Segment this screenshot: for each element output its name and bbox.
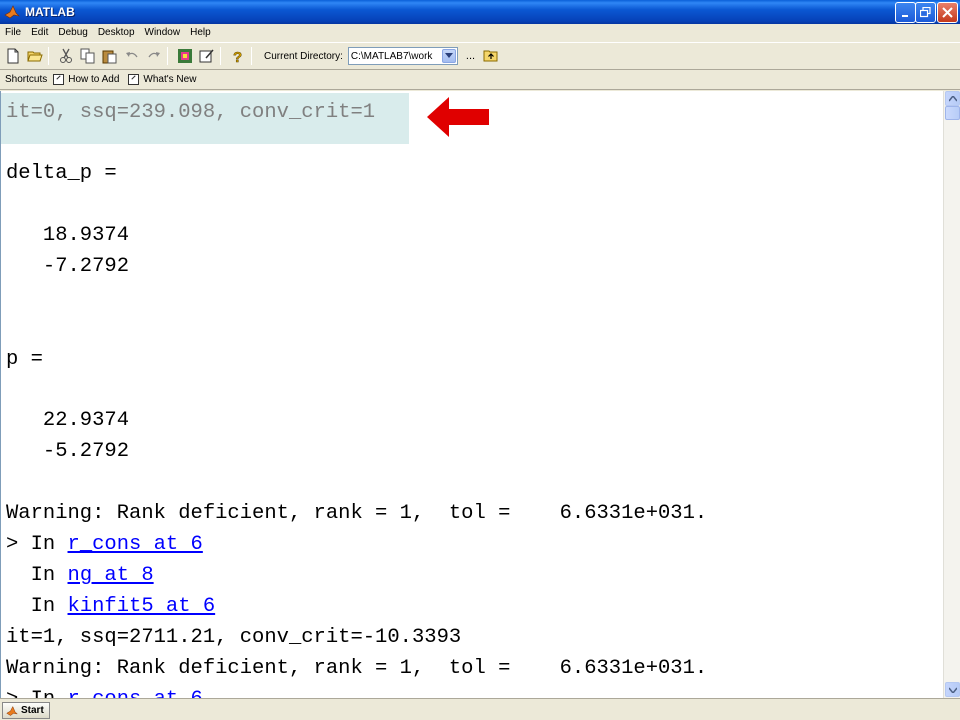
command-window[interactable]: it=0, ssq=239.098, conv_crit=1 delta_p =… bbox=[0, 91, 943, 698]
console-line-it0: it=0, ssq=239.098, conv_crit=1 bbox=[6, 101, 376, 124]
console-stack-line: > In r_cons at 6 bbox=[6, 533, 203, 557]
stack-link-r-cons[interactable]: r_cons at 6 bbox=[68, 688, 203, 698]
scroll-thumb[interactable] bbox=[945, 106, 960, 120]
toolbar-separator bbox=[251, 47, 252, 65]
stack-prefix: In bbox=[6, 595, 68, 618]
shortcuts-bar: Shortcuts How to Add What's New bbox=[0, 70, 960, 90]
close-icon bbox=[942, 7, 953, 18]
console-p-value: 22.9374 bbox=[6, 409, 130, 432]
menu-help[interactable]: Help bbox=[185, 24, 216, 42]
window-title: MATLAB bbox=[25, 5, 75, 19]
stack-link-ng[interactable]: ng at 8 bbox=[68, 564, 154, 587]
console-warning: Warning: Rank deficient, rank = 1, tol =… bbox=[6, 657, 708, 680]
menu-file[interactable]: File bbox=[0, 24, 26, 42]
menu-edit[interactable]: Edit bbox=[26, 24, 53, 42]
console-p-value: -5.2792 bbox=[6, 440, 130, 463]
red-arrow-icon bbox=[427, 97, 489, 137]
console-stack-line-partial: > In r_cons at 6 bbox=[6, 688, 203, 698]
minimize-button[interactable] bbox=[895, 2, 916, 23]
stack-prefix: > In bbox=[6, 533, 68, 556]
restore-icon bbox=[920, 7, 931, 18]
toolbar: ? Current Directory: C:\MATLAB7\work ... bbox=[0, 42, 960, 70]
vertical-scrollbar[interactable] bbox=[943, 91, 960, 698]
svg-text:?: ? bbox=[233, 49, 242, 64]
menu-debug[interactable]: Debug bbox=[53, 24, 92, 42]
open-folder-icon[interactable] bbox=[26, 47, 44, 65]
minimize-icon bbox=[901, 14, 908, 17]
shortcut-label: How to Add bbox=[68, 74, 120, 85]
shortcut-link-icon bbox=[53, 74, 65, 85]
browse-button[interactable]: ... bbox=[466, 50, 475, 62]
restore-button[interactable] bbox=[915, 2, 936, 23]
copy-icon[interactable] bbox=[79, 47, 97, 65]
shortcut-label: What's New bbox=[143, 74, 197, 85]
up-folder-icon[interactable] bbox=[483, 48, 499, 64]
toolbar-separator bbox=[167, 47, 168, 65]
status-bar: Start bbox=[0, 698, 960, 720]
menu-desktop[interactable]: Desktop bbox=[93, 24, 140, 42]
cut-icon[interactable] bbox=[57, 47, 75, 65]
undo-icon[interactable] bbox=[123, 47, 141, 65]
console-delta-p-value: -7.2792 bbox=[6, 255, 130, 278]
console-p-header: p = bbox=[6, 348, 43, 371]
matlab-logo-icon bbox=[6, 705, 18, 716]
toolbar-separator bbox=[48, 47, 49, 65]
menu-bar: File Edit Debug Desktop Window Help bbox=[0, 24, 960, 42]
current-directory-value: C:\MATLAB7\work bbox=[350, 50, 433, 62]
console-delta-p-value: 18.9374 bbox=[6, 224, 130, 247]
chevron-down-icon bbox=[948, 687, 957, 693]
new-file-icon[interactable] bbox=[4, 47, 22, 65]
console-delta-p-header: delta_p = bbox=[6, 162, 117, 185]
current-directory-label: Current Directory: bbox=[264, 50, 343, 62]
stack-link-kinfit5[interactable]: kinfit5 at 6 bbox=[68, 595, 216, 618]
matlab-logo-icon bbox=[4, 5, 20, 19]
console-stack-line: In ng at 8 bbox=[6, 564, 154, 588]
stack-link-r-cons[interactable]: r_cons at 6 bbox=[68, 533, 203, 556]
chevron-up-icon bbox=[948, 95, 957, 101]
console-line-it1: it=1, ssq=2711.21, conv_crit=-10.3393 bbox=[6, 626, 462, 649]
close-button[interactable] bbox=[937, 2, 958, 23]
redo-icon[interactable] bbox=[145, 47, 163, 65]
scroll-down-button[interactable] bbox=[945, 682, 960, 697]
shortcut-link-icon bbox=[128, 74, 140, 85]
guide-icon[interactable] bbox=[198, 47, 216, 65]
paste-icon[interactable] bbox=[101, 47, 119, 65]
stack-prefix: In bbox=[6, 564, 68, 587]
console-stack-line: In kinfit5 at 6 bbox=[6, 595, 216, 619]
shortcut-how-to-add[interactable]: How to Add bbox=[53, 74, 119, 85]
stack-prefix: > In bbox=[6, 688, 68, 698]
help-icon[interactable]: ? bbox=[229, 47, 247, 65]
start-label: Start bbox=[21, 705, 44, 716]
start-button[interactable]: Start bbox=[2, 702, 50, 719]
shortcuts-label[interactable]: Shortcuts bbox=[5, 74, 47, 85]
menu-window[interactable]: Window bbox=[140, 24, 186, 42]
title-bar: MATLAB bbox=[0, 0, 960, 24]
console-warning: Warning: Rank deficient, rank = 1, tol =… bbox=[6, 502, 708, 525]
simulink-icon[interactable] bbox=[176, 47, 194, 65]
chevron-down-icon[interactable] bbox=[441, 49, 456, 63]
toolbar-separator bbox=[220, 47, 221, 65]
scroll-up-button[interactable] bbox=[945, 91, 960, 106]
shortcut-whats-new[interactable]: What's New bbox=[128, 74, 196, 85]
current-directory-select[interactable]: C:\MATLAB7\work bbox=[347, 47, 458, 65]
